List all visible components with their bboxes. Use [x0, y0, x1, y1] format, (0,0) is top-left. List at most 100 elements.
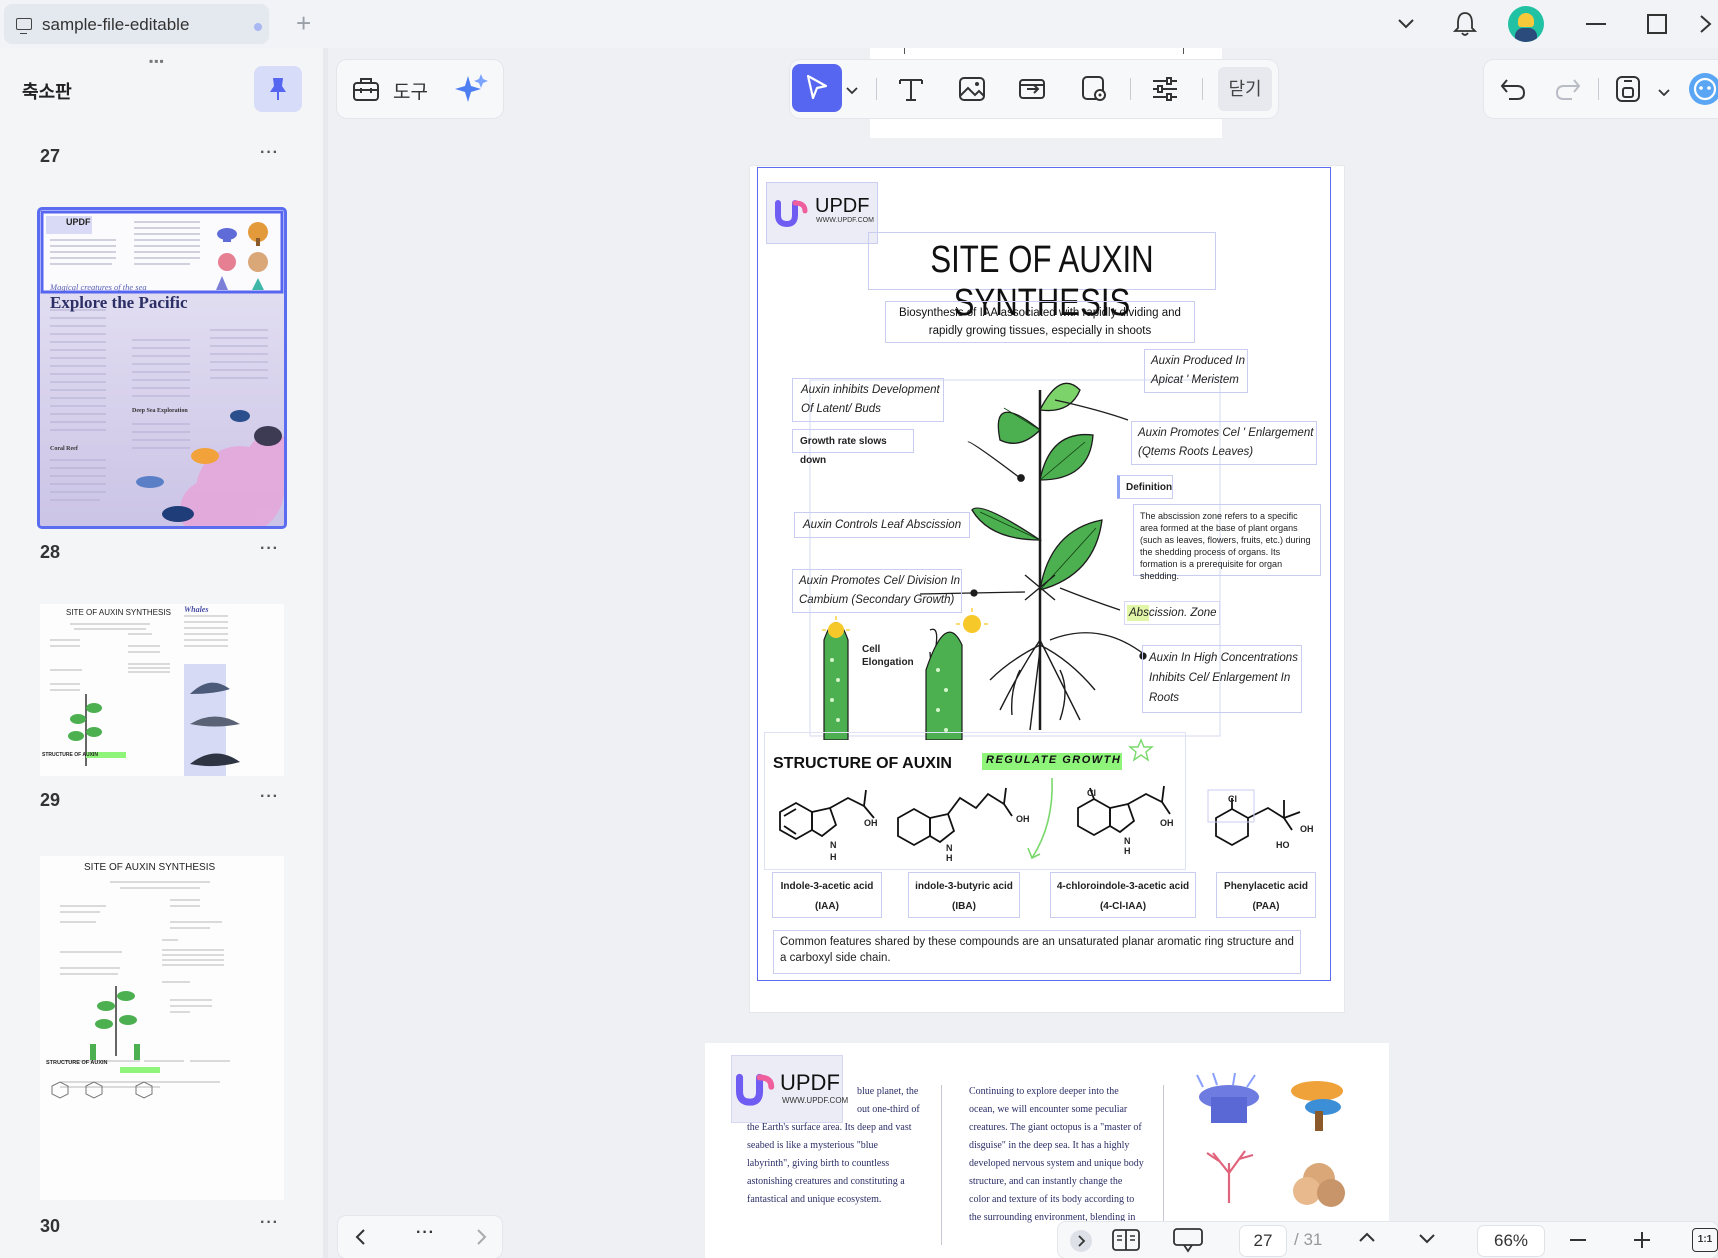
page-layout-button[interactable] [1112, 1228, 1140, 1257]
current-page-input[interactable]: 27 [1240, 1226, 1286, 1256]
tools-label[interactable]: 도구 [393, 77, 428, 104]
chevron-left-icon [355, 1229, 365, 1245]
next-section-heading-partial [735, 1241, 1035, 1258]
zoom-out-button[interactable] [1568, 1230, 1588, 1255]
compound-clia-box[interactable]: 4-chloroindole-3-acetic acid (4-Cl-IAA) [1050, 872, 1196, 918]
page-up-button[interactable] [1358, 1230, 1376, 1249]
tab-title: sample-file-editable [42, 15, 190, 34]
monitor-icon [16, 18, 32, 34]
image-icon [959, 77, 985, 101]
updf-logo-icon [736, 1073, 775, 1106]
image-tool-button[interactable] [957, 74, 987, 109]
next-col2-line5: developed nervous system and unique body [969, 1158, 1144, 1169]
label-inhibits-box[interactable]: Auxin inhibits Development Of Latent/ Bu… [792, 378, 944, 422]
zoom-in-button[interactable] [1632, 1230, 1652, 1255]
page-down-button[interactable] [1418, 1232, 1436, 1251]
compound-paa-box[interactable]: Phenylacetic acid (PAA) [1216, 872, 1316, 918]
subtitle-box[interactable]: Biosynthesis of IAA associated with rapi… [885, 301, 1195, 343]
label-abscission-box[interactable]: Abscission. Zone [1124, 601, 1220, 625]
properties-button[interactable] [1150, 74, 1180, 109]
close-window-icon[interactable] [1694, 10, 1718, 38]
compound-paa-abbr: (PAA) [1252, 901, 1280, 912]
bell-icon[interactable] [1451, 10, 1479, 38]
new-tab-plus-icon[interactable]: + [296, 10, 311, 36]
pin-icon [270, 78, 286, 100]
page-number-29: 29 [40, 790, 61, 810]
collapse-toggle-button[interactable] [1070, 1230, 1092, 1252]
select-tool-button[interactable] [792, 64, 842, 112]
definition-title-box[interactable]: Definition [1117, 475, 1173, 499]
prev-page-button[interactable] [354, 1228, 366, 1251]
label-leaf-abscission: Auxin Controls Leaf Abscission [803, 519, 962, 531]
definition-text-box[interactable]: The abscission zone refers to a specific… [1133, 504, 1321, 581]
thumb28-logo: UPDF [66, 217, 91, 227]
chem-oh-1: OH [864, 818, 878, 828]
maximize-icon[interactable] [1643, 10, 1671, 38]
subtitle: Biosynthesis of IAA associated with rapi… [899, 307, 1181, 337]
actual-size-button[interactable]: 1:1 [1692, 1228, 1718, 1252]
nav-more-button[interactable]: ··· [416, 1224, 435, 1242]
pin-button[interactable] [254, 66, 302, 112]
title-bar: sample-file-editable + [0, 0, 1718, 48]
status-bar: 27 / 31 66% 1:1 [1058, 1222, 1718, 1258]
select-tool-dropdown-icon[interactable] [846, 82, 858, 100]
tools-button[interactable] [351, 74, 381, 109]
label-promotes-enlarge: Auxin Promotes Cel ' Enlargement (Qtems … [1138, 427, 1314, 458]
thumbnail-page-30[interactable]: SITE OF AUXIN SYNTHESIS STRUCTURE OF AUX… [40, 856, 284, 1200]
sidebar-scrollbar[interactable] [323, 48, 328, 1258]
next-col2-line1: Continuing to explore deeper into the [969, 1086, 1119, 1097]
label-enlarge-box[interactable]: Auxin Promotes Cel ' Enlargement (Qtems … [1131, 421, 1317, 465]
next-col1-line7: fantastical and unique ecosystem. [747, 1194, 882, 1205]
label-division-box[interactable]: Auxin Promotes Cel/ Division In Cambium … [792, 569, 962, 613]
chevron-right-icon [477, 1229, 487, 1245]
ai-assistant-button[interactable] [1688, 72, 1718, 106]
document-tab[interactable]: sample-file-editable [4, 4, 269, 44]
label-leaf-box[interactable]: Auxin Controls Leaf Abscission [794, 512, 970, 538]
compound-iaa-box[interactable]: Indole-3-acetic acid (IAA) [772, 872, 882, 918]
next-col2-line6: structure, and can instantly change the [969, 1176, 1123, 1187]
avatar[interactable] [1508, 6, 1544, 42]
resize-grip-icon[interactable]: ▪▪▪ [149, 54, 165, 68]
close-edit-button[interactable]: 닫기 [1218, 67, 1272, 111]
label-growth-box[interactable]: Growth rate slows down [792, 429, 914, 466]
page-more-button-29[interactable]: ··· [260, 788, 279, 806]
label-high-conc: Auxin In High Concentrations Inhibits Ce… [1149, 652, 1298, 704]
page-more-button-30[interactable]: ··· [260, 1214, 279, 1232]
label-high-conc-box[interactable]: Auxin In High Concentrations Inhibits Ce… [1142, 645, 1302, 713]
redo-button[interactable] [1554, 76, 1582, 107]
logo-block[interactable]: UPDF WWW.UPDF.COM [766, 182, 878, 244]
thumb28-heading: Explore the Pacific [50, 293, 188, 312]
chevron-down-icon[interactable] [1392, 10, 1420, 38]
ai-assistant-icon [1689, 73, 1718, 105]
stamp-tool-button[interactable] [1079, 74, 1109, 109]
link-tool-button[interactable] [1018, 74, 1048, 109]
next-col1-line4: seabed is like a mysterious "blue [747, 1140, 878, 1151]
chem-n-3: N [1124, 836, 1131, 846]
zoom-level[interactable]: 66% [1478, 1226, 1544, 1256]
thumbnail-page-29[interactable]: SITE OF AUXIN SYNTHESIS Whales STRUCTURE… [40, 604, 284, 776]
updf-logo-icon [775, 200, 808, 227]
redo-icon [1555, 79, 1581, 100]
presentation-button[interactable] [1172, 1227, 1204, 1258]
compound-iba-box[interactable]: indole-3-butyric acid (IBA) [908, 872, 1020, 918]
label-inhibits: Auxin inhibits Development Of Latent/ Bu… [801, 384, 940, 415]
regulate-growth: REGULATE GROWTH [986, 754, 1122, 766]
text-tool-button[interactable] [896, 74, 926, 109]
save-button[interactable] [1614, 74, 1642, 109]
label-produced-box[interactable]: Auxin Produced In Apicat ' Meristem [1144, 349, 1248, 393]
next-col2-line7: color and texture of its body according … [969, 1194, 1135, 1205]
page-number-28: 28 [40, 542, 61, 562]
save-dropdown-icon[interactable] [1658, 84, 1670, 102]
ai-sparkle-button[interactable] [455, 72, 489, 111]
next-logo-block[interactable]: UPDF WWW.UPDF.COM [731, 1055, 848, 1123]
compound-iba-abbr: (IBA) [952, 901, 976, 912]
next-page-button[interactable] [476, 1228, 488, 1251]
minimize-icon[interactable] [1582, 10, 1610, 38]
undo-button[interactable] [1499, 76, 1527, 107]
page-more-button-27[interactable]: ··· [260, 144, 279, 162]
presentation-icon [1173, 1228, 1203, 1253]
footer-note-box[interactable]: Common features shared by these compound… [773, 930, 1301, 974]
page-more-button-28[interactable]: ··· [260, 540, 279, 558]
title-box[interactable]: SITE OF AUXIN SYNTHESIS [868, 232, 1216, 324]
thumbnail-page-28[interactable]: UPDF Magical creatures of the sea Explor… [37, 207, 287, 529]
